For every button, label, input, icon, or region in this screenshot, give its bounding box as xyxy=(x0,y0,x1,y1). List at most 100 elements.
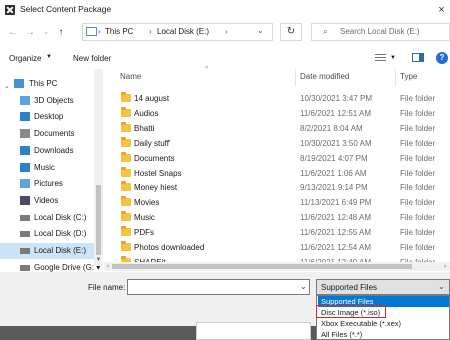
sidebar-item[interactable]: Music xyxy=(0,160,94,176)
sidebar-item-label: Downloads xyxy=(34,145,74,155)
file-type: File folder xyxy=(400,183,436,193)
chevron-down-icon[interactable]: ⌄ xyxy=(438,282,445,291)
file-name: Photos downloaded xyxy=(134,243,205,252)
file-type: File folder xyxy=(400,213,436,223)
scroll-down-arrow-icon[interactable]: ▼ xyxy=(94,257,103,266)
refresh-button[interactable]: ↻ xyxy=(280,23,302,41)
sidebar-item[interactable]: Local Disk (D:) xyxy=(0,226,94,242)
address-bar[interactable]: › This PC › Local Disk (E:) › ⌄ xyxy=(82,23,273,41)
sidebar-item[interactable]: Videos xyxy=(0,193,94,209)
organize-button[interactable]: Organize xyxy=(9,54,41,63)
sidebar-item[interactable]: This PC xyxy=(0,76,94,92)
breadcrumb-chevron: › xyxy=(225,27,228,36)
cube-icon xyxy=(20,95,30,105)
new-folder-button[interactable]: New folder xyxy=(73,54,111,63)
file-name: Money hiest xyxy=(134,183,178,193)
nav-scrollbar-thumb[interactable] xyxy=(96,185,101,255)
document-icon xyxy=(20,129,30,139)
back-arrow-icon[interactable]: ← xyxy=(6,26,20,40)
sidebar-item[interactable]: Downloads xyxy=(0,143,94,159)
sidebar-item-label: Videos xyxy=(34,195,59,205)
address-dropdown-icon[interactable]: ⌄ xyxy=(257,26,264,35)
file-name: Movies xyxy=(134,198,160,208)
file-row[interactable]: Documents 8/19/2021 4:07 PM File folder xyxy=(104,151,444,165)
folder-icon xyxy=(121,106,131,117)
file-date: 10/30/2021 3:47 PM xyxy=(300,94,373,103)
sidebar-item-label: Local Disk (E:) xyxy=(34,246,87,255)
file-row[interactable]: Music 11/6/2021 12:48 AM File folder xyxy=(104,211,444,224)
file-name: Documents xyxy=(134,153,175,163)
column-divider[interactable] xyxy=(295,69,296,86)
breadcrumb-this-pc[interactable]: This PC xyxy=(105,27,133,36)
folder-icon xyxy=(121,121,131,132)
cancel-button[interactable] xyxy=(196,322,311,340)
file-date: 11/6/2021 12:48 AM xyxy=(300,213,372,223)
file-row[interactable]: Bhatti 8/2/2021 8:04 AM File folder xyxy=(104,121,444,135)
computer-icon xyxy=(14,79,24,88)
search-icon: ⌕ xyxy=(323,26,329,36)
column-header-type[interactable]: Type xyxy=(400,72,417,86)
file-name-dropdown-icon[interactable]: ⌄ xyxy=(300,282,307,291)
file-name-input[interactable]: ⌄ xyxy=(127,279,310,295)
file-row[interactable]: Audios 11/6/2021 12:51 AM File folder xyxy=(104,106,444,120)
sidebar-item[interactable]: Local Disk (C:) xyxy=(0,210,94,226)
search-input[interactable]: Search Local Disk (E:) xyxy=(340,27,420,36)
music-icon xyxy=(20,162,30,172)
file-type-selected-value: Supported Files xyxy=(321,283,378,292)
file-row[interactable]: Photos downloaded 11/6/2021 12:54 AM File … xyxy=(104,241,444,254)
file-date: 11/13/2021 6:49 PM xyxy=(300,198,372,208)
picture-icon xyxy=(20,179,30,189)
sidebar-item[interactable]: 3D Objects xyxy=(0,93,94,109)
file-row[interactable]: Movies 11/13/2021 6:49 PM File folder xyxy=(104,196,444,209)
horizontal-scrollbar-thumb[interactable] xyxy=(112,264,412,269)
sidebar-item-label: 3D Objects xyxy=(34,95,74,105)
column-divider[interactable] xyxy=(395,69,396,86)
file-row[interactable]: Money hiest 9/13/2021 9:14 PM File folder xyxy=(104,181,444,194)
file-type-option[interactable]: All Files (*.*) xyxy=(318,329,449,340)
file-date: 11/6/2021 12:54 AM xyxy=(300,243,372,252)
view-options-icon[interactable] xyxy=(375,53,386,62)
scroll-right-arrow-icon[interactable]: › xyxy=(441,262,449,271)
file-name: Audios xyxy=(134,108,159,118)
drive-icon xyxy=(20,231,30,238)
sidebar-item[interactable]: Pictures xyxy=(0,176,94,192)
close-button[interactable]: × xyxy=(433,2,450,18)
view-dropdown-icon[interactable]: ▼ xyxy=(390,55,396,61)
file-date: 11/6/2021 12:51 AM xyxy=(300,108,372,118)
refresh-icon: ↻ xyxy=(286,26,296,37)
help-icon[interactable]: ? xyxy=(436,52,448,64)
folder-icon xyxy=(121,196,131,207)
file-row[interactable]: Daily stuff' 10/30/2021 3:50 AM File folde… xyxy=(104,136,444,150)
download-icon xyxy=(20,145,30,155)
file-date: 8/2/2021 8:04 AM xyxy=(300,123,363,133)
folder-icon xyxy=(121,92,131,102)
file-type-option[interactable]: Xbox Executable (*.xex) xyxy=(318,318,449,329)
file-type-select[interactable]: Supported Files ⌄ xyxy=(316,279,450,295)
sidebar-item-label: Desktop xyxy=(34,112,64,122)
file-type: File folder xyxy=(400,94,436,103)
up-arrow-icon[interactable]: ↑ xyxy=(54,26,68,40)
column-header-name[interactable]: Name xyxy=(120,72,141,86)
preview-pane-icon[interactable] xyxy=(412,53,424,62)
sidebar-item[interactable]: Documents xyxy=(0,126,94,142)
breadcrumb-local-disk-e[interactable]: Local Disk (E:) xyxy=(157,27,209,36)
scroll-left-arrow-icon[interactable]: ‹ xyxy=(104,262,112,271)
forward-arrow-icon[interactable]: → xyxy=(23,26,37,40)
chevron-down-icon[interactable]: ⌄ xyxy=(39,26,53,40)
file-name: Music xyxy=(134,213,155,223)
file-row[interactable]: 14 august 10/30/2021 3:47 PM File folder xyxy=(104,92,444,105)
highlight-box xyxy=(316,305,386,318)
file-date: 11/6/2021 12:55 AM xyxy=(300,228,372,238)
computer-icon xyxy=(86,27,97,36)
file-row[interactable]: Hostel Snaps 11/6/2021 1:06 AM File folder xyxy=(104,166,444,180)
sidebar-item[interactable]: Local Disk (E:) xyxy=(0,243,94,259)
folder-icon xyxy=(121,241,131,251)
search-box[interactable]: ⌕ Search Local Disk (E:) xyxy=(311,23,450,41)
folder-icon xyxy=(121,136,131,147)
sidebar-item[interactable]: Desktop xyxy=(0,109,94,125)
folder-icon xyxy=(121,211,131,222)
column-header-date-modified[interactable]: Date modified xyxy=(300,72,349,86)
organize-chevron-icon: ▼ xyxy=(46,54,52,60)
file-row[interactable]: PDFs 11/6/2021 12:55 AM File folder xyxy=(104,226,444,239)
drive-icon xyxy=(20,214,30,221)
